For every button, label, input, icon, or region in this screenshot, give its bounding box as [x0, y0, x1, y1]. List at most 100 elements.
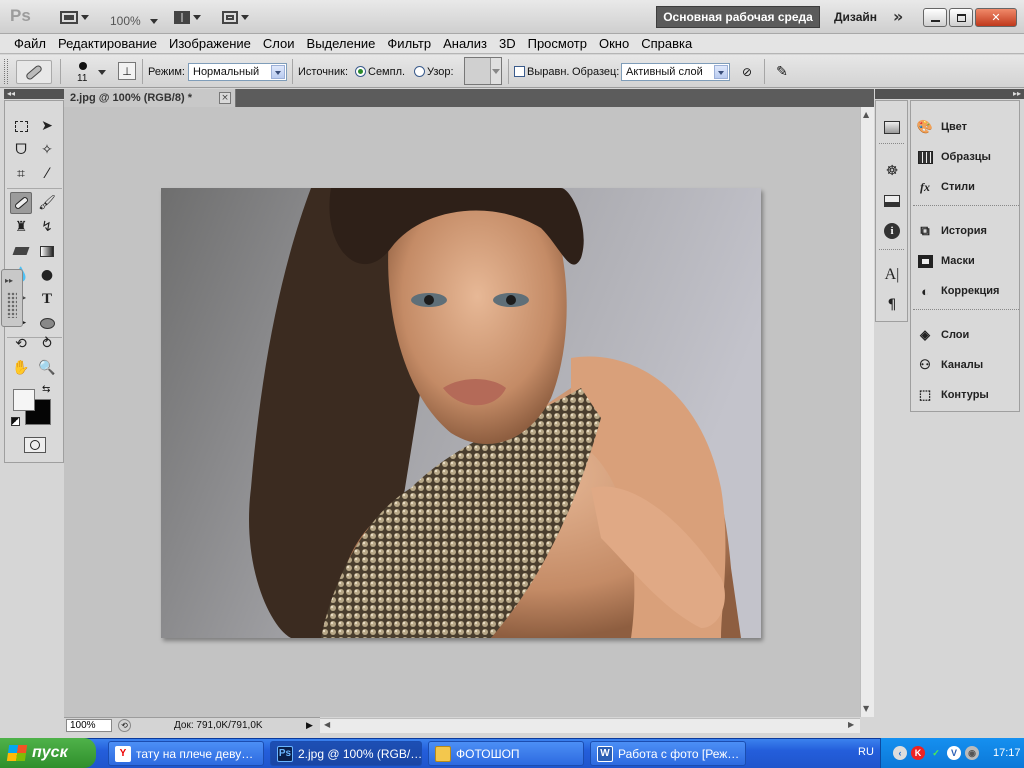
canvas-photo[interactable]: [161, 188, 761, 638]
menu-analysis[interactable]: Анализ: [437, 36, 493, 51]
paragraph-button[interactable]: ¶: [879, 293, 905, 317]
mini-bridge-button[interactable]: [879, 115, 905, 139]
more-workspaces-button[interactable]: »: [893, 7, 903, 26]
minimize-button[interactable]: [923, 8, 947, 27]
zoom-tool[interactable]: 🔍: [36, 357, 58, 379]
scroll-right-icon[interactable]: ▶: [848, 720, 854, 729]
vertical-scrollbar[interactable]: ▲ ▼: [860, 107, 874, 717]
mode-value: Нормальный: [193, 66, 260, 78]
menu-layer[interactable]: Слои: [257, 36, 301, 51]
document-tab[interactable]: 2.jpg @ 100% (RGB/8) *: [64, 89, 236, 107]
antivirus-icon[interactable]: K: [911, 746, 925, 760]
status-arrow-icon[interactable]: ▶: [306, 720, 313, 731]
workspace-essentials-button[interactable]: Основная рабочая среда: [656, 6, 820, 28]
default-colors-icon[interactable]: [11, 417, 20, 426]
3d-orbit-tool[interactable]: ⥁: [36, 333, 58, 355]
screen-mode-button[interactable]: [222, 6, 249, 28]
taskbar-item-word[interactable]: W Работа с фото [Реж…: [590, 741, 746, 766]
clock[interactable]: 17:17: [993, 747, 1021, 759]
info-button[interactable]: i: [879, 219, 905, 243]
taskbar-item-browser[interactable]: Y тату на плече деву…: [108, 741, 264, 766]
panel-dock-header[interactable]: ▸▸: [875, 89, 1024, 99]
taskbar-item-photoshop[interactable]: Ps 2.jpg @ 100% (RGB/…: [270, 741, 422, 766]
ignore-adjustment-layers-button[interactable]: ⊘: [738, 63, 756, 81]
clone-stamp-tool[interactable]: ♜: [10, 216, 32, 238]
clone-source-button[interactable]: ⊥: [118, 62, 136, 80]
navigator-button[interactable]: ☸: [879, 159, 905, 183]
history-brush-tool[interactable]: ↯: [36, 216, 58, 238]
menu-file[interactable]: Файл: [8, 36, 52, 51]
menu-3d[interactable]: 3D: [493, 36, 522, 51]
show-hidden-icons-icon[interactable]: ‹: [893, 746, 907, 760]
menu-edit[interactable]: Редактирование: [52, 36, 163, 51]
3d-rotate-tool[interactable]: ⟲: [10, 333, 32, 355]
menu-help[interactable]: Справка: [635, 36, 698, 51]
taskbar-item-folder[interactable]: ФОТОШОП: [428, 741, 584, 766]
histogram-button[interactable]: [879, 189, 905, 213]
launch-bridge-button[interactable]: [60, 6, 89, 28]
marquee-tool[interactable]: [10, 115, 32, 137]
sample-dropdown[interactable]: Активный слой: [621, 63, 730, 81]
panel-masks[interactable]: Маски: [915, 248, 1019, 274]
language-indicator[interactable]: RU: [858, 746, 874, 758]
panel-paths-label: Контуры: [941, 389, 989, 401]
character-button[interactable]: A|: [879, 263, 905, 287]
crop-tool[interactable]: ⌗: [10, 163, 32, 185]
floating-panel-grip[interactable]: ▸▸: [1, 269, 23, 327]
toolbox-header[interactable]: ◂◂: [4, 89, 64, 99]
scroll-down-icon[interactable]: ▼: [863, 704, 869, 713]
panel-history[interactable]: ⧉ История: [915, 218, 1019, 244]
v-tray-icon[interactable]: V: [947, 746, 961, 760]
status-menu-icon[interactable]: ⟲: [118, 719, 131, 732]
menu-image[interactable]: Изображение: [163, 36, 257, 51]
brush-tool[interactable]: 🖌: [36, 192, 58, 214]
brush-picker[interactable]: 11: [72, 58, 112, 86]
pattern-picker[interactable]: [464, 57, 502, 85]
quick-selection-tool[interactable]: ✧: [36, 139, 58, 161]
panel-swatches[interactable]: Образцы: [915, 144, 1019, 170]
source-sampled-radio[interactable]: [355, 66, 366, 77]
source-pattern-radio[interactable]: [414, 66, 425, 77]
panel-color[interactable]: 🎨 Цвет: [915, 114, 1019, 140]
restore-button[interactable]: [949, 8, 973, 27]
start-button[interactable]: пуск: [0, 738, 96, 768]
close-document-icon[interactable]: ×: [219, 92, 231, 104]
zoom-field[interactable]: 100%: [66, 719, 112, 732]
panel-layers[interactable]: ◈ Слои: [915, 322, 1019, 348]
panel-styles[interactable]: fx Стили: [915, 174, 1019, 200]
arrange-documents-button[interactable]: [174, 6, 201, 28]
shape-tool[interactable]: [36, 312, 58, 334]
panel-channels[interactable]: ⚇ Каналы: [915, 352, 1019, 378]
lasso-tool[interactable]: ᗜ: [10, 139, 32, 161]
quick-mask-button[interactable]: [24, 437, 46, 453]
eraser-tool[interactable]: [10, 240, 32, 262]
mode-dropdown[interactable]: Нормальный: [188, 63, 287, 81]
checkmark-icon[interactable]: ✓: [929, 746, 943, 760]
dodge-tool[interactable]: ●: [36, 264, 58, 286]
gradient-tool[interactable]: [36, 240, 58, 262]
foreground-color-swatch[interactable]: [13, 389, 35, 411]
hand-tool[interactable]: ✋: [10, 357, 32, 379]
menu-select[interactable]: Выделение: [301, 36, 382, 51]
move-tool[interactable]: ➤: [36, 115, 58, 137]
panel-paths[interactable]: ⬚ Контуры: [915, 382, 1019, 408]
panel-adjustments[interactable]: ◐ Коррекция: [915, 278, 1019, 304]
horizontal-scrollbar[interactable]: ◀ ▶: [320, 718, 860, 733]
menu-window[interactable]: Окно: [593, 36, 635, 51]
workspace-design-button[interactable]: Дизайн: [834, 10, 877, 24]
close-button[interactable]: ✕: [975, 8, 1017, 27]
tool-preset-picker[interactable]: [16, 60, 52, 84]
menu-filter[interactable]: Фильтр: [381, 36, 437, 51]
network-icon[interactable]: ◉: [965, 746, 979, 760]
zoom-level-dropdown[interactable]: 100%: [110, 10, 158, 32]
tablet-pressure-button[interactable]: ✎: [772, 62, 792, 82]
scroll-up-icon[interactable]: ▲: [863, 110, 869, 119]
aligned-checkbox[interactable]: [514, 66, 525, 77]
options-bar-grip[interactable]: [4, 59, 8, 84]
menu-view[interactable]: Просмотр: [522, 36, 593, 51]
eyedropper-tool[interactable]: ⁄: [36, 163, 58, 185]
healing-brush-tool[interactable]: [10, 192, 32, 214]
type-tool[interactable]: T: [36, 288, 58, 310]
scroll-left-icon[interactable]: ◀: [324, 720, 330, 729]
swap-colors-icon[interactable]: ⇆: [42, 384, 50, 395]
